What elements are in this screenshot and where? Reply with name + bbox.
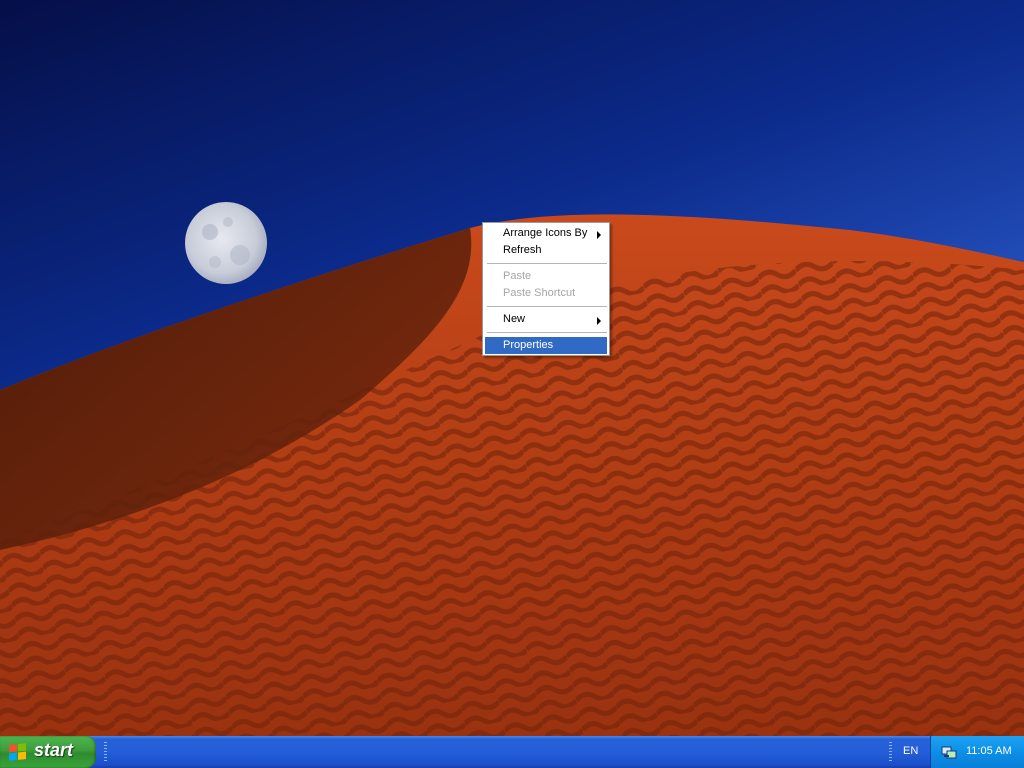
menu-item-properties[interactable]: Properties	[485, 337, 607, 354]
menu-item-label: New	[503, 313, 526, 325]
submenu-arrow-icon	[597, 317, 601, 325]
network-icon[interactable]	[941, 744, 957, 760]
toolbar-grip[interactable]	[104, 742, 107, 762]
system-tray: 11:05 AM	[930, 736, 1024, 768]
menu-separator	[487, 306, 607, 307]
desktop[interactable]	[0, 0, 1024, 736]
moon	[185, 202, 267, 284]
menu-separator	[487, 332, 607, 333]
menu-separator	[487, 263, 607, 264]
start-button[interactable]: start	[0, 736, 96, 768]
desktop-wallpaper	[0, 202, 1024, 736]
menu-item-arrange-icons-by[interactable]: Arrange Icons By	[485, 225, 607, 242]
menu-item-label: Paste Shortcut	[503, 287, 576, 299]
menu-item-label: Refresh	[503, 244, 542, 256]
submenu-arrow-icon	[597, 231, 601, 239]
windows-flag-icon	[9, 743, 26, 761]
menu-item-refresh[interactable]: Refresh	[485, 242, 607, 259]
menu-item-paste-shortcut[interactable]: Paste Shortcut	[485, 285, 607, 302]
language-bar-grip[interactable]	[889, 742, 892, 762]
menu-item-label: Arrange Icons By	[503, 227, 588, 239]
clock[interactable]: 11:05 AM	[966, 745, 1012, 757]
taskbar: start EN 11:05 AM	[0, 736, 1024, 768]
language-indicator[interactable]: EN	[903, 745, 918, 757]
desktop-context-menu: Arrange Icons By Refresh Paste Paste Sho…	[482, 222, 610, 356]
menu-item-label: Paste	[503, 270, 532, 282]
menu-item-paste[interactable]: Paste	[485, 268, 607, 285]
start-label: start	[34, 740, 74, 760]
menu-item-label: Properties	[503, 339, 554, 351]
menu-item-new[interactable]: New	[485, 311, 607, 328]
